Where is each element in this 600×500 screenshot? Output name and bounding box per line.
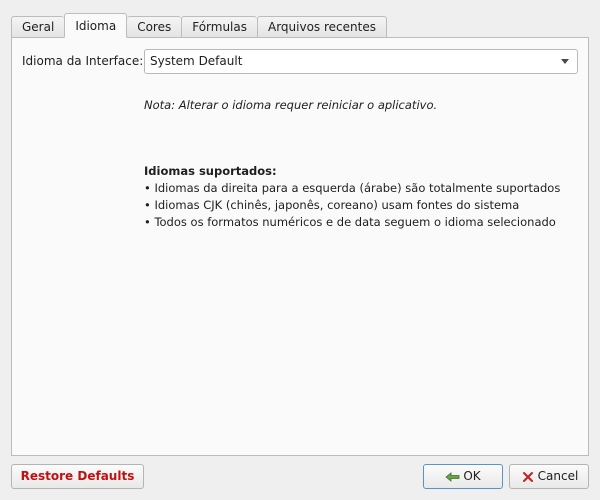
- interface-language-select[interactable]: System Default: [144, 49, 578, 74]
- supported-languages-item: • Idiomas da direita para a esquerda (ár…: [144, 181, 561, 195]
- language-settings-panel: Idioma da Interface: System Default Nota…: [11, 37, 589, 456]
- tab-cores[interactable]: Cores: [127, 16, 182, 37]
- supported-languages-item: • Idiomas CJK (chinês, japonês, coreano)…: [144, 198, 520, 212]
- tab-formulas[interactable]: Fórmulas: [181, 16, 257, 37]
- ok-button-label: OK: [463, 469, 481, 483]
- cancel-button[interactable]: Cancel: [509, 464, 589, 489]
- tab-arquivos-recentes[interactable]: Arquivos recentes: [257, 16, 387, 37]
- supported-languages-block: Idiomas suportados: • Idiomas da direita…: [144, 163, 560, 231]
- restart-note: Nota: Alterar o idioma requer reiniciar …: [144, 98, 438, 112]
- dialog-button-bar: Restore Defaults OK Cancel: [0, 456, 600, 500]
- tab-bar: Geral Idioma Cores Fórmulas Arquivos rec…: [11, 13, 387, 38]
- supported-languages-item: • Todos os formatos numéricos e de data …: [144, 215, 556, 229]
- interface-language-value: System Default: [150, 54, 243, 68]
- ok-button[interactable]: OK: [423, 464, 503, 489]
- chevron-down-icon: [561, 59, 569, 64]
- restore-defaults-button[interactable]: Restore Defaults: [11, 464, 144, 489]
- tab-geral[interactable]: Geral: [11, 16, 65, 37]
- cancel-button-label: Cancel: [537, 469, 579, 483]
- check-arrow-icon: [445, 471, 460, 482]
- supported-languages-title: Idiomas suportados:: [144, 164, 277, 178]
- x-icon: [522, 471, 533, 482]
- interface-language-label: Idioma da Interface:: [22, 54, 144, 68]
- tab-idioma[interactable]: Idioma: [64, 13, 128, 38]
